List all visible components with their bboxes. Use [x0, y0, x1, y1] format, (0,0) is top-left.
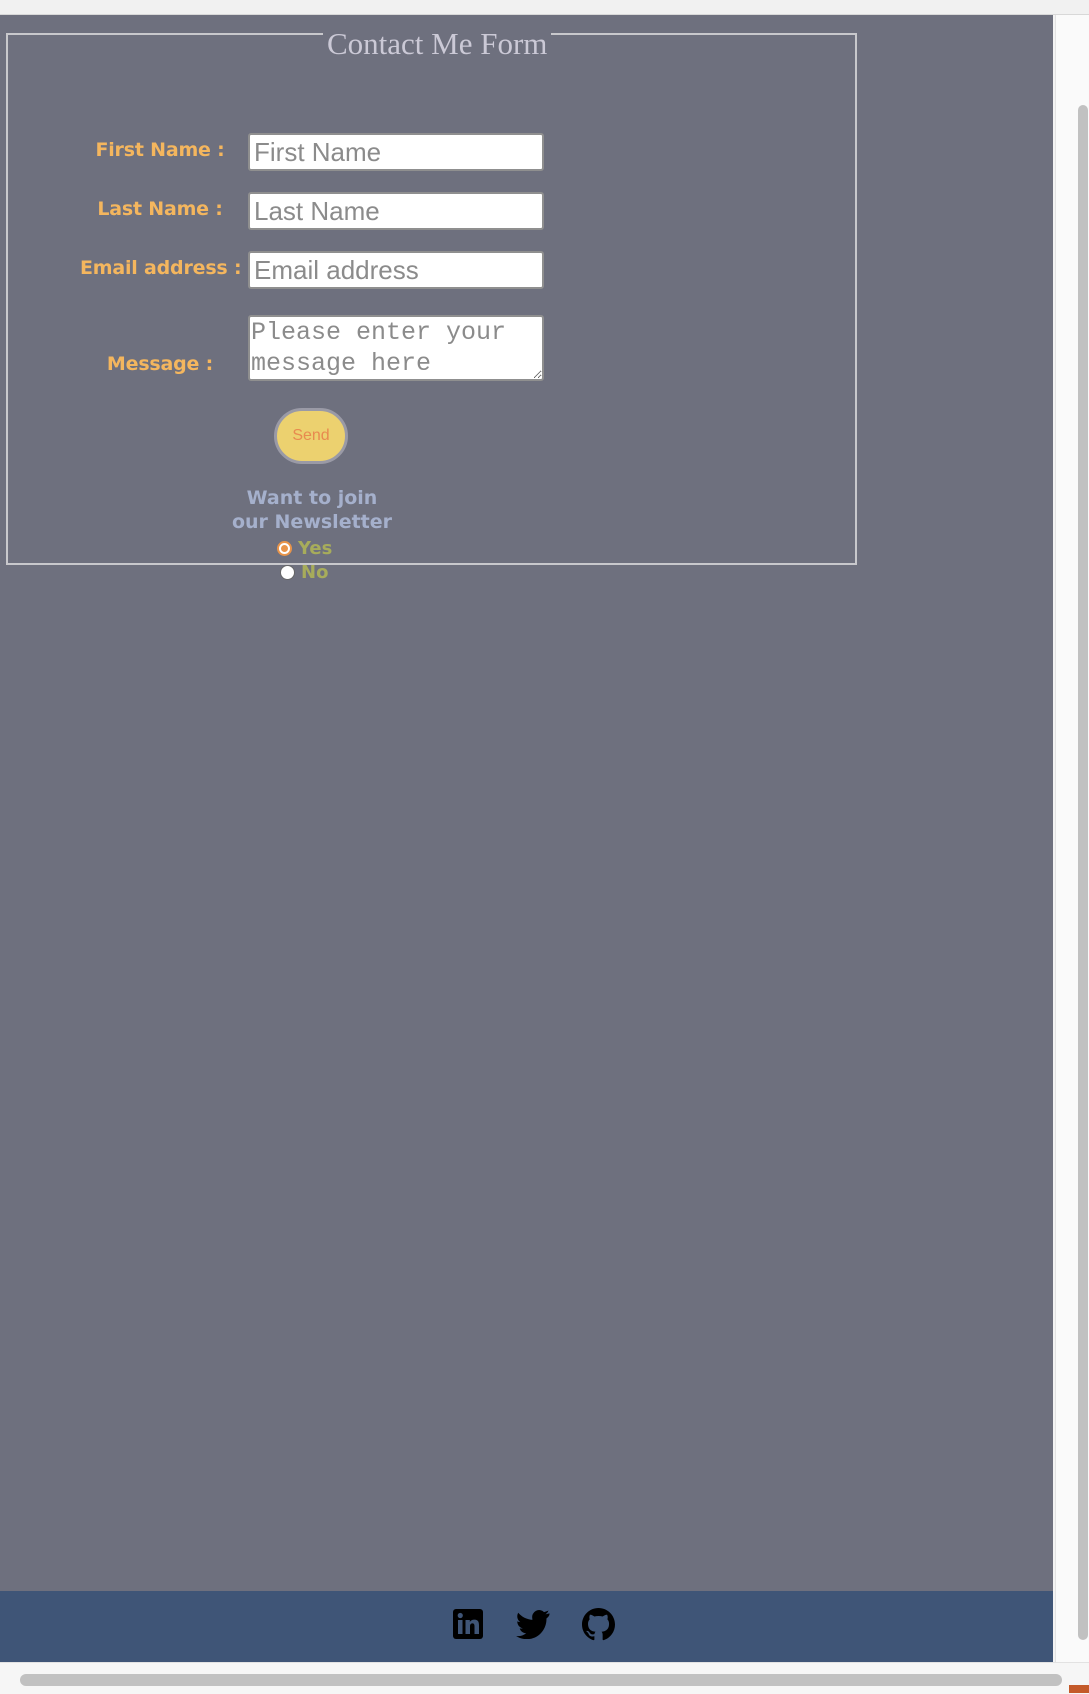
vertical-scroll-thumb[interactable] [1078, 105, 1088, 1640]
first-name-label: First Name : [95, 139, 225, 161]
last-name-input[interactable] [248, 192, 544, 230]
twitter-icon[interactable] [516, 1607, 550, 1641]
newsletter-prompt-line1: Want to join [246, 487, 378, 509]
github-icon[interactable] [581, 1607, 615, 1641]
newsletter-prompt: Want to join our Newsletter [212, 486, 412, 534]
radio-yes-label: Yes [298, 537, 333, 559]
form-legend: Contact Me Form [323, 25, 552, 63]
message-textarea[interactable] [248, 315, 544, 381]
linkedin-icon[interactable] [451, 1607, 485, 1641]
horizontal-scrollbar[interactable] [0, 1662, 1089, 1694]
newsletter-option-no[interactable]: No [280, 561, 328, 583]
first-name-input[interactable] [248, 133, 544, 171]
newsletter-prompt-line2: our Newsletter [231, 511, 393, 533]
radio-no-label: No [301, 561, 329, 583]
radio-no[interactable] [280, 564, 295, 580]
newsletter-option-yes[interactable]: Yes [277, 537, 332, 559]
send-button[interactable]: Send [274, 408, 348, 464]
vertical-scrollbar[interactable] [1055, 15, 1089, 1662]
window-corner [1069, 1685, 1089, 1693]
email-label: Email address : [80, 257, 242, 279]
contact-form: Contact Me Form First Name : Last Name :… [6, 25, 857, 583]
message-label: Message : [106, 353, 214, 375]
last-name-label: Last Name : [97, 198, 223, 220]
radio-yes[interactable] [277, 540, 292, 556]
footer [0, 1591, 1053, 1662]
browser-top-bar [0, 0, 1089, 15]
horizontal-scroll-thumb[interactable] [20, 1674, 1062, 1686]
email-input[interactable] [248, 251, 544, 289]
page-content: Contact Me Form First Name : Last Name :… [0, 15, 1053, 1591]
